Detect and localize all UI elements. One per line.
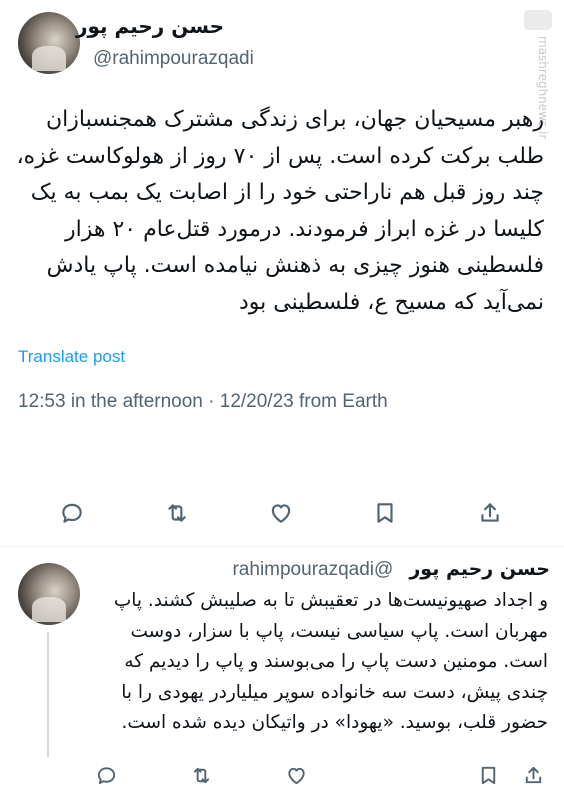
reply-repost-button[interactable]: [185, 759, 217, 791]
like-button[interactable]: [265, 497, 297, 529]
bookmark-icon: [377, 503, 393, 523]
reply-author-handle[interactable]: @rahimpourazqadi: [232, 559, 393, 580]
post-text: رهبر مسیحیان جهان، برای زندگی مشترک همجن…: [16, 107, 544, 315]
reply-header: حسن رحیم پور @rahimpourazqadi: [232, 558, 550, 581]
author-avatar[interactable]: [18, 12, 80, 74]
reply-icon: [62, 503, 82, 523]
reply-author-name[interactable]: حسن رحیم پور: [409, 558, 550, 580]
like-icon: [287, 767, 305, 784]
share-button[interactable]: [474, 497, 506, 529]
author-name[interactable]: حسن رحیم پور: [76, 14, 224, 38]
post-timestamp[interactable]: 12:53 in the afternoon · 12/20/23 from E…: [18, 391, 388, 413]
bookmark-button[interactable]: [369, 497, 401, 529]
reply-author-avatar[interactable]: [18, 563, 80, 625]
thread-line: [47, 632, 49, 757]
reply-share-button[interactable]: [517, 759, 549, 791]
reply-like-button[interactable]: [280, 759, 312, 791]
reply-actions-bar: [0, 759, 564, 791]
repost-icon: [193, 767, 209, 783]
share-icon: [525, 766, 541, 783]
bookmark-icon: [481, 766, 495, 784]
repost-icon: [168, 504, 186, 522]
translate-post-link[interactable]: Translate post: [18, 347, 125, 367]
reply-text: و اجداد صهیونیست‌ها در تعقیبش تا به صلیب…: [113, 590, 548, 733]
share-icon: [481, 503, 499, 522]
reply-bookmark-button[interactable]: [472, 759, 504, 791]
divider: [0, 546, 564, 547]
watermark-logo: [524, 10, 552, 30]
reply-reply-button[interactable]: [90, 759, 122, 791]
reply-icon: [97, 766, 115, 784]
author-handle[interactable]: @rahimpourazqadi: [93, 48, 254, 70]
reply-button[interactable]: [56, 497, 88, 529]
repost-button[interactable]: [161, 497, 193, 529]
post-actions-bar: [0, 497, 564, 529]
like-icon: [271, 504, 291, 523]
